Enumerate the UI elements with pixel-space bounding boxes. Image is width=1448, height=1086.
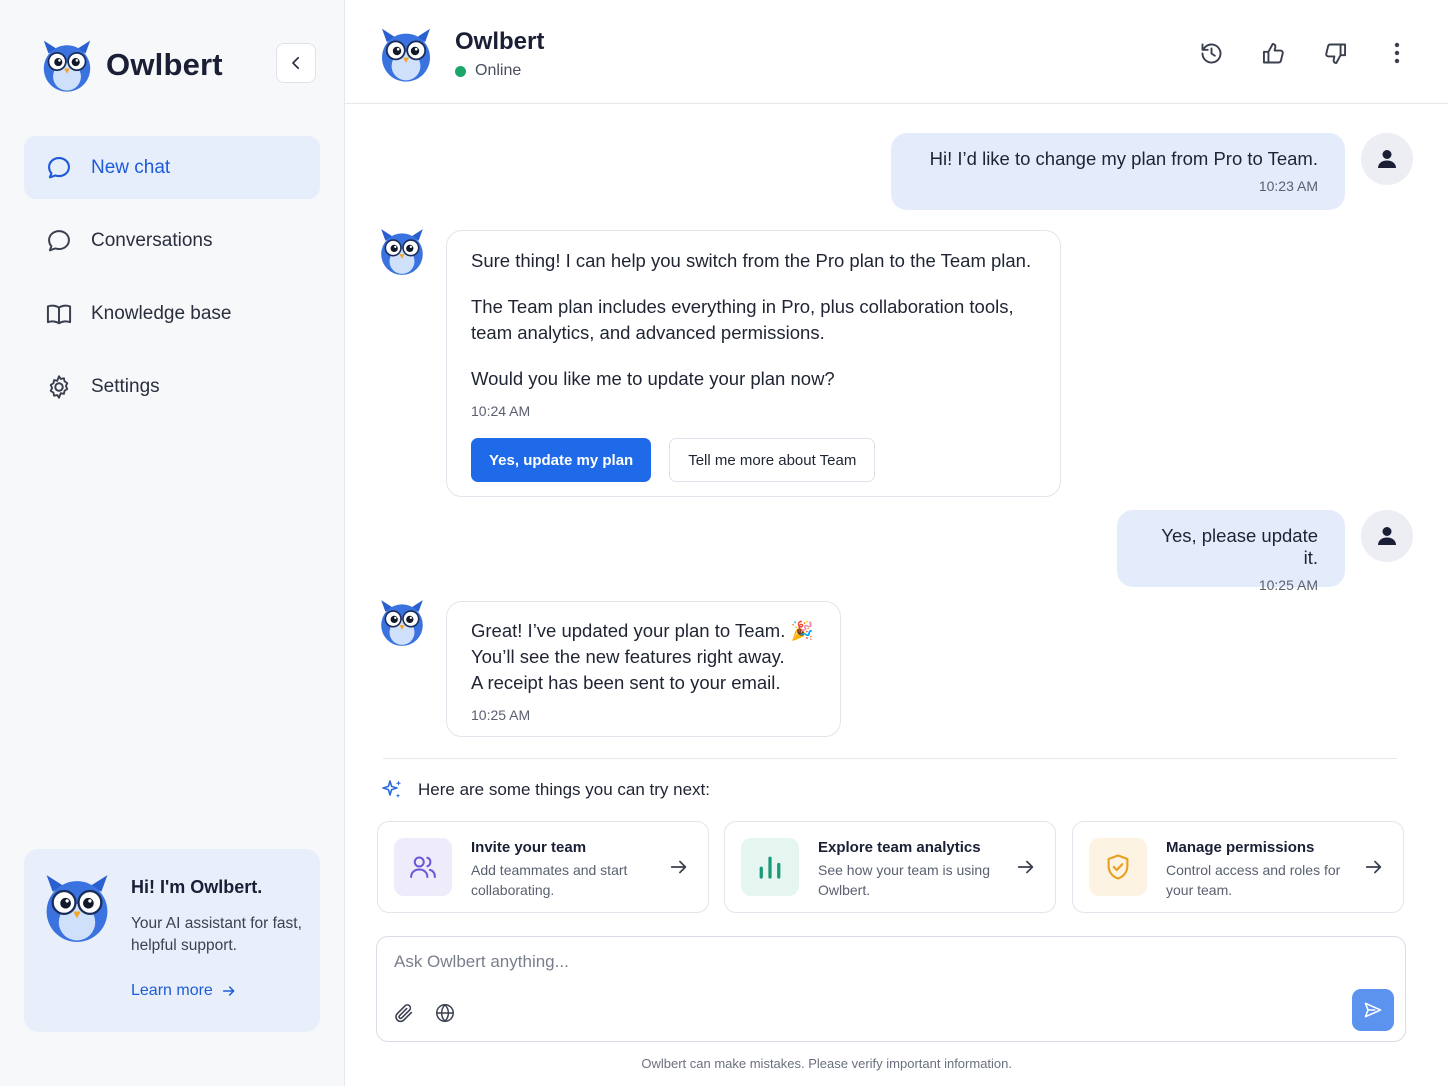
thumbs-down-icon — [1324, 43, 1346, 64]
user-avatar — [1361, 133, 1413, 185]
owlbert-logo-icon — [38, 36, 96, 94]
user-message: Yes, please update it. 10:25 AM — [1117, 510, 1345, 593]
chat-title: Owlbert — [455, 28, 545, 55]
sidebar-item-new-chat[interactable]: New chat — [24, 136, 320, 199]
more-vertical-icon — [1394, 42, 1400, 64]
paperclip-icon — [395, 1004, 413, 1023]
sidebar: Owlbert New chat Conversations Knowledge… — [0, 0, 345, 1086]
thumbs-down-button[interactable] — [1321, 36, 1349, 70]
owlbert-mascot-icon — [39, 869, 115, 945]
update-plan-button[interactable]: Yes, update my plan — [471, 438, 652, 482]
divider — [383, 758, 1397, 759]
message-text: Would you like me to update your plan no… — [471, 368, 835, 389]
bot-message: Great! I’ve updated your plan to Team. 🎉… — [446, 601, 841, 737]
status-text: Online — [475, 62, 522, 79]
suggestions-heading-text: Here are some things you can try next: — [418, 780, 710, 799]
history-icon — [1201, 43, 1221, 63]
gear-icon — [49, 374, 69, 399]
message-text: Great! I’ve updated your plan to Team. 🎉 — [471, 620, 814, 641]
sidebar-item-label: Conversations — [91, 229, 213, 251]
card-description: Add teammates and start collaborating. — [471, 862, 628, 898]
promo-title: Hi! I'm Owlbert. — [131, 877, 263, 897]
status-indicator: Online — [455, 62, 521, 80]
chat-header: Owlbert Online — [345, 0, 1448, 104]
sidebar-nav: New chat Conversations Knowledge base Se… — [24, 136, 320, 428]
globe-icon — [436, 1003, 454, 1023]
owlbert-avatar-icon — [376, 225, 428, 277]
bot-message: Sure thing! I can help you switch from t… — [446, 230, 1061, 497]
message-text: The Team plan includes everything in Pro… — [471, 296, 1014, 343]
suggestions-heading: Here are some things you can try next: — [380, 778, 710, 802]
brand: Owlbert — [38, 36, 223, 94]
shield-check-icon — [1107, 854, 1129, 880]
card-title: Manage permissions — [1166, 839, 1315, 856]
sidebar-item-knowledge-base[interactable]: Knowledge base — [24, 282, 320, 345]
message-time: 10:24 AM — [471, 403, 531, 419]
chevron-left-icon — [292, 56, 300, 70]
learn-more-link[interactable]: Learn more — [131, 982, 237, 1000]
arrow-right-icon — [1017, 860, 1034, 874]
send-icon — [1364, 1002, 1382, 1018]
sidebar-item-label: New chat — [91, 156, 171, 178]
web-search-button[interactable] — [432, 1000, 458, 1026]
card-icon-container — [741, 838, 799, 896]
thumbs-up-button[interactable] — [1259, 36, 1287, 70]
card-icon-container — [1089, 838, 1147, 896]
brand-name: Owlbert — [106, 47, 223, 82]
sidebar-item-conversations[interactable]: Conversations — [24, 209, 320, 272]
more-options-button[interactable] — [1383, 36, 1411, 70]
chat-bubble-icon — [48, 156, 70, 178]
users-icon — [410, 856, 436, 878]
message-composer — [376, 936, 1406, 1042]
online-dot-icon — [455, 65, 466, 77]
message-text: Yes, please update it. — [1161, 525, 1318, 568]
book-icon — [46, 304, 72, 324]
card-title: Explore team analytics — [818, 839, 981, 856]
chat-bubble-icon — [48, 229, 70, 251]
quick-reply-row: Yes, update my plan Tell me more about T… — [471, 438, 1036, 482]
send-button[interactable] — [1352, 989, 1394, 1031]
owlbert-avatar-icon — [376, 596, 428, 648]
card-description: See how your team is using Owlbert. — [818, 862, 990, 898]
suggestion-card-invite-team[interactable]: Invite your team Add teammates and start… — [377, 821, 709, 913]
owlbert-avatar-icon — [376, 24, 436, 84]
history-button[interactable] — [1197, 36, 1225, 70]
user-message: Hi! I’d like to change my plan from Pro … — [891, 133, 1345, 210]
learn-more-label: Learn more — [131, 982, 213, 999]
promo-card: Hi! I'm Owlbert. Your AI assistant for f… — [24, 849, 320, 1032]
card-description: Control access and roles for your team. — [1166, 862, 1341, 898]
sidebar-item-label: Knowledge base — [91, 302, 232, 324]
user-avatar — [1361, 510, 1413, 562]
message-text: Hi! I’d like to change my plan from Pro … — [929, 148, 1318, 169]
promo-text: Your AI assistant for fast, helpful supp… — [131, 915, 302, 954]
suggestion-card-manage-permissions[interactable]: Manage permissions Control access and ro… — [1072, 821, 1404, 913]
disclaimer: Owlbert can make mistakes. Please verify… — [641, 1056, 1012, 1071]
user-icon — [1378, 150, 1396, 168]
message-text: A receipt has been sent to your email. — [471, 672, 781, 693]
message-text: Sure thing! I can help you switch from t… — [471, 250, 1032, 271]
arrow-right-icon — [670, 860, 687, 874]
header-actions — [1197, 36, 1411, 70]
attach-button[interactable] — [391, 1000, 417, 1026]
bar-chart-icon — [759, 856, 781, 879]
card-title: Invite your team — [471, 839, 587, 856]
message-time: 10:25 AM — [1258, 577, 1318, 593]
message-input[interactable] — [394, 952, 1294, 972]
card-icon-container — [394, 838, 452, 896]
message-time: 10:23 AM — [1258, 178, 1318, 194]
sparkles-icon — [382, 780, 402, 798]
sidebar-item-settings[interactable]: Settings — [24, 355, 320, 418]
thumbs-up-icon — [1262, 42, 1284, 63]
arrow-right-icon — [1365, 860, 1382, 874]
message-time: 10:25 AM — [471, 707, 531, 723]
message-text: You’ll see the new features right away. — [471, 646, 785, 667]
user-icon — [1378, 527, 1396, 545]
arrow-right-icon — [222, 986, 235, 996]
tell-me-more-button[interactable]: Tell me more about Team — [669, 438, 876, 482]
sidebar-item-label: Settings — [91, 375, 160, 397]
suggestion-card-team-analytics[interactable]: Explore team analytics See how your team… — [724, 821, 1056, 913]
collapse-sidebar-button[interactable] — [276, 43, 316, 83]
